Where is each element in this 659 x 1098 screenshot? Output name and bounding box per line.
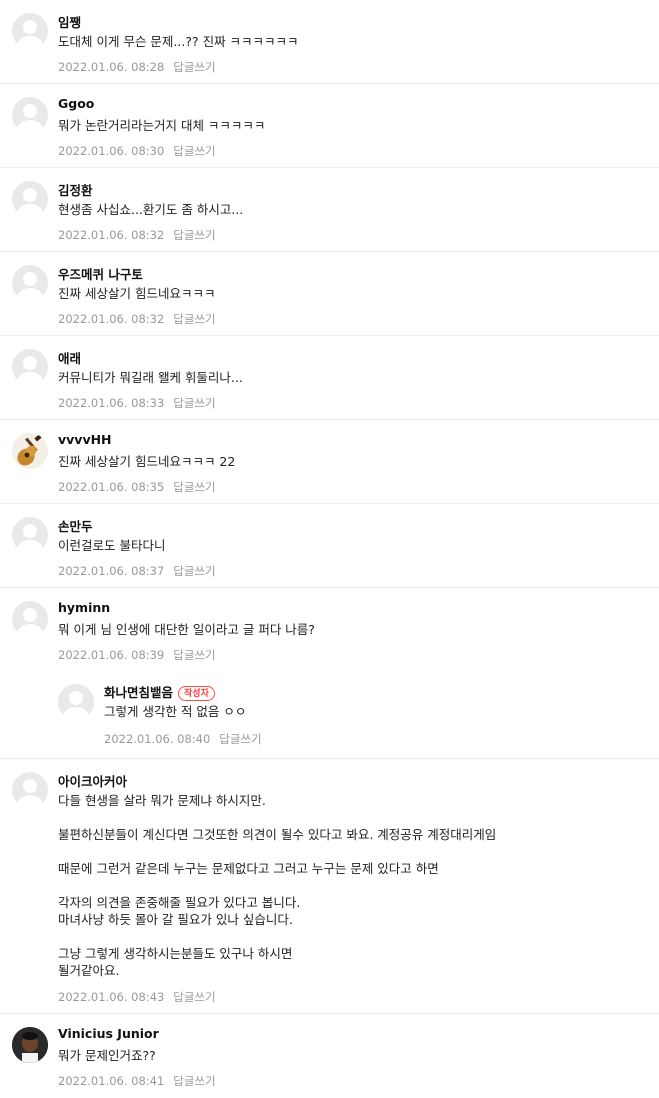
reply-button[interactable]: 답글쓰기 — [173, 312, 215, 326]
comment-item: 임쨍 도대체 이게 무슨 문제...?? 진짜 ㅋㅋㅋㅋㅋㅋ 2022.01.0… — [0, 0, 659, 84]
comment-nickname[interactable]: 우즈메퀴 나구토 — [58, 264, 143, 283]
comment-item: vvvvHH 진짜 세상살기 힘드네요ㅋㅋㅋ 22 2022.01.06. 08… — [0, 420, 659, 504]
reply-nickname-text[interactable]: 화나면침뱉음 — [104, 685, 173, 700]
comment-nickname[interactable]: hyminn — [58, 600, 110, 615]
comment-date: 2022.01.06. 08:37 — [58, 564, 165, 578]
reply-button[interactable]: 답글쓰기 — [173, 648, 215, 662]
comment-item: hyminn 뭐 이게 님 인생에 대단한 일이라고 글 퍼다 나름? 2022… — [0, 588, 659, 670]
comment-item: 김정환 현생좀 사십쇼...환기도 좀 하시고... 2022.01.06. 0… — [0, 168, 659, 252]
reply-button[interactable]: 답글쓰기 — [173, 228, 215, 242]
comment-text: 뭐 이게 님 인생에 대단한 일이라고 글 퍼다 나름? — [58, 622, 315, 637]
default-avatar-icon[interactable] — [12, 181, 48, 217]
comment-meta: 2022.01.06. 08:30 답글쓰기 — [58, 143, 216, 159]
reply-button[interactable]: 답글쓰기 — [173, 480, 215, 494]
comment-meta: 2022.01.06. 08:43 답글쓰기 — [58, 989, 216, 1005]
default-avatar-icon[interactable] — [12, 772, 48, 808]
comment-text: 도대체 이게 무슨 문제...?? 진짜 ㅋㅋㅋㅋㅋㅋ — [58, 34, 299, 49]
player-photo-graphic — [12, 1027, 48, 1063]
comment-date: 2022.01.06. 08:39 — [58, 648, 165, 662]
comment-nickname[interactable]: 김정환 — [58, 180, 93, 199]
comment-nickname[interactable]: 손만두 — [58, 516, 93, 535]
comment-date: 2022.01.06. 08:32 — [58, 228, 165, 242]
default-avatar-icon[interactable] — [12, 13, 48, 49]
reply-button[interactable]: 답글쓰기 — [173, 564, 215, 578]
reply-comment-item: 화나면침뱉음 작성자 그렇게 생각한 적 없음 ㅇㅇ 2022.01.06. 08… — [0, 670, 659, 759]
comment-item: Ggoo 뭐가 논란거리라는거지 대체 ㅋㅋㅋㅋㅋ 2022.01.06. 08… — [0, 84, 659, 168]
default-avatar-icon[interactable] — [58, 684, 94, 720]
comment-item: 아이크아커아 다들 현생을 살라 뭐가 문제냐 하시지만. 불편하신분들이 계신… — [0, 759, 659, 1014]
reply-button[interactable]: 답글쓰기 — [173, 60, 215, 74]
comment-list: 임쨍 도대체 이게 무슨 문제...?? 진짜 ㅋㅋㅋㅋㅋㅋ 2022.01.0… — [0, 0, 659, 1098]
reply-button[interactable]: 답글쓰기 — [173, 144, 215, 158]
comment-meta: 2022.01.06. 08:32 답글쓰기 — [58, 227, 216, 243]
comment-meta: 2022.01.06. 08:32 답글쓰기 — [58, 311, 216, 327]
comment-date: 2022.01.06. 08:41 — [58, 1074, 165, 1088]
comment-text: 커뮤니티가 뭐길래 왤케 휘둘리나... — [58, 370, 243, 385]
comment-text: 다들 현생을 살라 뭐가 문제냐 하시지만. 불편하신분들이 계신다면 그것또한… — [58, 793, 497, 978]
guitar-icon[interactable] — [12, 433, 48, 469]
comment-date: 2022.01.06. 08:32 — [58, 312, 165, 326]
default-avatar-icon[interactable] — [12, 97, 48, 133]
comment-date: 2022.01.06. 08:33 — [58, 396, 165, 410]
comment-nickname[interactable]: Ggoo — [58, 96, 94, 111]
comment-nickname[interactable]: Vinicius Junior — [58, 1026, 159, 1041]
comment-nickname[interactable]: 임쨍 — [58, 12, 81, 31]
comment-text: 진짜 세상살기 힘드네요ㅋㅋㅋ 22 — [58, 454, 236, 469]
reply-button[interactable]: 답글쓰기 — [173, 396, 215, 410]
guitar-icon-graphic — [17, 434, 42, 466]
reply-button[interactable]: 답글쓰기 — [173, 1074, 215, 1088]
comment-text: 이런걸로도 불타다니 — [58, 538, 166, 553]
comment-item: Vinicius Junior 뭐가 문제인거죠?? 2022.01.06. 0… — [0, 1014, 659, 1098]
comment-nickname[interactable]: 애래 — [58, 348, 81, 367]
comment-nickname[interactable]: vvvvHH — [58, 432, 112, 447]
comment-meta: 2022.01.06. 08:28 답글쓰기 — [58, 59, 216, 75]
comment-meta: 2022.01.06. 08:37 답글쓰기 — [58, 563, 216, 579]
comment-text: 진짜 세상살기 힘드네요ㅋㅋㅋ — [58, 286, 216, 301]
comment-item: 애래 커뮤니티가 뭐길래 왤케 휘둘리나... 2022.01.06. 08:3… — [0, 336, 659, 420]
comment-meta: 2022.01.06. 08:39 답글쓰기 — [58, 647, 216, 663]
comment-text: 현생좀 사십쇼...환기도 좀 하시고... — [58, 202, 244, 217]
comment-text: 뭐가 논란거리라는거지 대체 ㅋㅋㅋㅋㅋ — [58, 118, 266, 133]
reply-button[interactable]: 답글쓰기 — [173, 990, 215, 1004]
comment-nickname[interactable]: 아이크아커아 — [58, 771, 127, 790]
author-badge: 작성자 — [178, 686, 215, 701]
comment-date: 2022.01.06. 08:35 — [58, 480, 165, 494]
comment-meta: 2022.01.06. 08:35 답글쓰기 — [58, 479, 216, 495]
comment-item: 우즈메퀴 나구토 진짜 세상살기 힘드네요ㅋㅋㅋ 2022.01.06. 08:… — [0, 252, 659, 336]
reply-button[interactable]: 답글쓰기 — [219, 732, 261, 746]
player-photo-icon[interactable] — [12, 1027, 48, 1063]
comment-item: 손만두 이런걸로도 불타다니 2022.01.06. 08:37 답글쓰기 — [0, 504, 659, 588]
default-avatar-icon[interactable] — [12, 517, 48, 553]
comment-text: 뭐가 문제인거죠?? — [58, 1048, 156, 1063]
comment-meta: 2022.01.06. 08:33 답글쓰기 — [58, 395, 216, 411]
comment-date: 2022.01.06. 08:40 — [104, 732, 211, 746]
default-avatar-icon[interactable] — [12, 601, 48, 637]
comment-meta: 2022.01.06. 08:40 답글쓰기 — [104, 731, 262, 747]
comment-date: 2022.01.06. 08:28 — [58, 60, 165, 74]
comment-date: 2022.01.06. 08:43 — [58, 990, 165, 1004]
comment-date: 2022.01.06. 08:30 — [58, 144, 165, 158]
default-avatar-icon[interactable] — [12, 265, 48, 301]
comment-text: 그렇게 생각한 적 없음 ㅇㅇ — [104, 704, 247, 719]
comment-nickname[interactable]: 화나면침뱉음 작성자 — [104, 682, 215, 701]
default-avatar-icon[interactable] — [12, 349, 48, 385]
